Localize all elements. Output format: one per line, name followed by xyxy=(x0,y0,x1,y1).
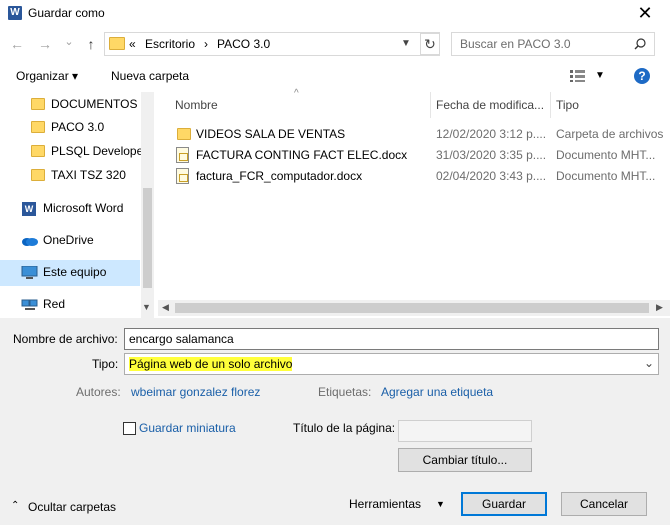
close-button[interactable]: ✕ xyxy=(630,2,660,24)
help-button[interactable]: ? xyxy=(634,68,650,84)
breadcrumb-overflow[interactable]: « xyxy=(129,37,136,51)
sidebar-item-paco[interactable]: PACO 3.0 xyxy=(0,115,140,141)
file-type: Carpeta de archivos xyxy=(556,127,664,141)
tools-dropdown-icon[interactable]: ▼ xyxy=(436,499,445,509)
search-icon[interactable] xyxy=(634,38,646,50)
sidebar-item-label: PACO 3.0 xyxy=(51,120,105,134)
search-placeholder: Buscar en PACO 3.0 xyxy=(460,37,571,51)
column-divider[interactable] xyxy=(430,92,431,118)
folder-icon xyxy=(31,98,45,110)
view-dropdown-icon[interactable]: ▼ xyxy=(595,70,605,81)
scroll-left-icon[interactable]: ◀ xyxy=(162,302,169,313)
refresh-icon[interactable]: ↻ xyxy=(420,33,440,55)
folder-icon xyxy=(31,121,45,133)
folder-icon xyxy=(177,128,191,140)
sidebar-item-plsql[interactable]: PLSQL Developer xyxy=(0,139,146,165)
network-icon xyxy=(21,299,38,310)
cloud-icon xyxy=(22,238,38,246)
chevron-down-icon: ⌄ xyxy=(644,356,655,370)
filename-field[interactable]: encargo salamanca xyxy=(124,328,659,350)
column-header-name[interactable]: Nombre xyxy=(175,98,218,112)
sidebar-item-onedrive[interactable]: OneDrive xyxy=(0,228,140,254)
sidebar-item-label: DOCUMENTOS PAC xyxy=(51,97,146,111)
column-divider[interactable] xyxy=(550,92,551,118)
file-name: factura_FCR_computador.docx xyxy=(196,169,363,183)
pc-icon xyxy=(21,266,38,279)
save-thumbnail-label[interactable]: Guardar miniatura xyxy=(139,421,236,435)
authors-value[interactable]: wbeimar gonzalez florez xyxy=(131,385,260,399)
forward-button[interactable]: → xyxy=(36,35,54,53)
document-icon xyxy=(176,147,189,163)
authors-label: Autores: xyxy=(76,385,121,399)
folder-icon xyxy=(31,169,45,181)
tags-label: Etiquetas: xyxy=(318,385,372,399)
type-label: Tipo: xyxy=(92,357,119,371)
sidebar-scroll-thumb[interactable] xyxy=(143,188,152,288)
page-title-label: Título de la página: xyxy=(293,421,396,435)
word-app-icon: W xyxy=(8,6,22,20)
file-row[interactable]: VIDEOS SALA DE VENTAS 12/02/2020 3:12 p.… xyxy=(170,124,664,145)
type-select[interactable]: Página web de un solo archivo ⌄ xyxy=(124,353,659,375)
sort-ascending-icon: ^ xyxy=(294,88,299,99)
recent-locations-button[interactable]: ⌄ xyxy=(60,33,78,51)
address-bar[interactable]: « Escritorio › PACO 3.0 ▼ xyxy=(104,32,440,56)
sidebar-item-label: Red xyxy=(43,297,66,311)
breadcrumb-escritorio[interactable]: Escritorio xyxy=(145,37,195,51)
file-name: VIDEOS SALA DE VENTAS xyxy=(196,127,346,141)
scroll-down-icon[interactable]: ▼ xyxy=(142,302,151,312)
sidebar-item-este-equipo[interactable]: Este equipo xyxy=(0,260,140,286)
hide-folders-button[interactable]: Ocultar carpetas xyxy=(28,500,116,514)
sidebar-item-label: PLSQL Developer xyxy=(51,144,146,158)
save-button[interactable]: Guardar xyxy=(461,492,547,516)
tools-menu[interactable]: Herramientas xyxy=(349,497,421,511)
sidebar-item-red[interactable]: Red xyxy=(0,292,140,318)
page-title-field[interactable] xyxy=(398,420,532,442)
title-bar: W Guardar como ✕ xyxy=(0,0,670,28)
document-icon xyxy=(176,168,189,184)
type-value: Página web de un solo archivo xyxy=(129,357,293,371)
file-row[interactable]: FACTURA CONTING FACT ELEC.docx 31/03/202… xyxy=(170,145,662,166)
add-tag-link[interactable]: Agregar una etiqueta xyxy=(381,385,493,399)
breadcrumb-paco[interactable]: PACO 3.0 xyxy=(217,37,270,51)
change-title-button[interactable]: Cambiar título... xyxy=(398,448,532,472)
view-options-icon[interactable] xyxy=(570,70,588,82)
sidebar-item-microsoft-word[interactable]: W Microsoft Word xyxy=(0,196,140,222)
file-date: 02/04/2020 3:43 p.... xyxy=(436,169,547,183)
up-button[interactable]: ↑ xyxy=(82,35,100,53)
organize-menu[interactable]: Organizar ▾ xyxy=(16,69,78,83)
column-header-date[interactable]: Fecha de modifica... xyxy=(436,98,544,112)
breadcrumb-separator[interactable]: › xyxy=(204,37,208,51)
back-button[interactable]: ← xyxy=(8,35,26,53)
word-icon: W xyxy=(22,202,36,216)
column-header-type[interactable]: Tipo xyxy=(556,98,579,112)
chevron-up-icon[interactable]: ⌃ xyxy=(11,500,19,511)
file-type: Documento MHT... xyxy=(556,169,656,183)
folder-icon xyxy=(31,145,45,157)
file-date: 12/02/2020 3:12 p.... xyxy=(436,127,547,141)
search-input[interactable]: Buscar en PACO 3.0 xyxy=(451,32,655,56)
sidebar-item-label: TAXI TSZ 320 xyxy=(51,168,126,182)
cancel-button[interactable]: Cancelar xyxy=(561,492,647,516)
file-date: 31/03/2020 3:35 p.... xyxy=(436,148,547,162)
sidebar-item-taxi[interactable]: TAXI TSZ 320 xyxy=(0,163,140,189)
save-thumbnail-checkbox[interactable] xyxy=(123,422,136,435)
file-name: FACTURA CONTING FACT ELEC.docx xyxy=(196,148,408,162)
file-type: Documento MHT... xyxy=(556,148,656,162)
navigation-pane: DOCUMENTOS PAC PACO 3.0 PLSQL Developer … xyxy=(0,92,154,318)
filename-value: encargo salamanca xyxy=(129,332,234,346)
file-row[interactable]: factura_FCR_computador.docx 02/04/2020 3… xyxy=(170,166,662,187)
sidebar-item-label: Este equipo xyxy=(43,265,107,279)
folder-icon xyxy=(109,37,125,50)
file-list-scroll-thumb[interactable] xyxy=(175,303,649,313)
scroll-right-icon[interactable]: ▶ xyxy=(656,302,663,313)
new-folder-button[interactable]: Nueva carpeta xyxy=(111,69,189,83)
sidebar-item-label: Microsoft Word xyxy=(43,201,124,215)
filename-label: Nombre de archivo: xyxy=(13,332,118,346)
window-title: Guardar como xyxy=(28,6,105,20)
sidebar-item-label: OneDrive xyxy=(43,233,94,247)
address-dropdown-icon[interactable]: ▼ xyxy=(401,38,411,49)
